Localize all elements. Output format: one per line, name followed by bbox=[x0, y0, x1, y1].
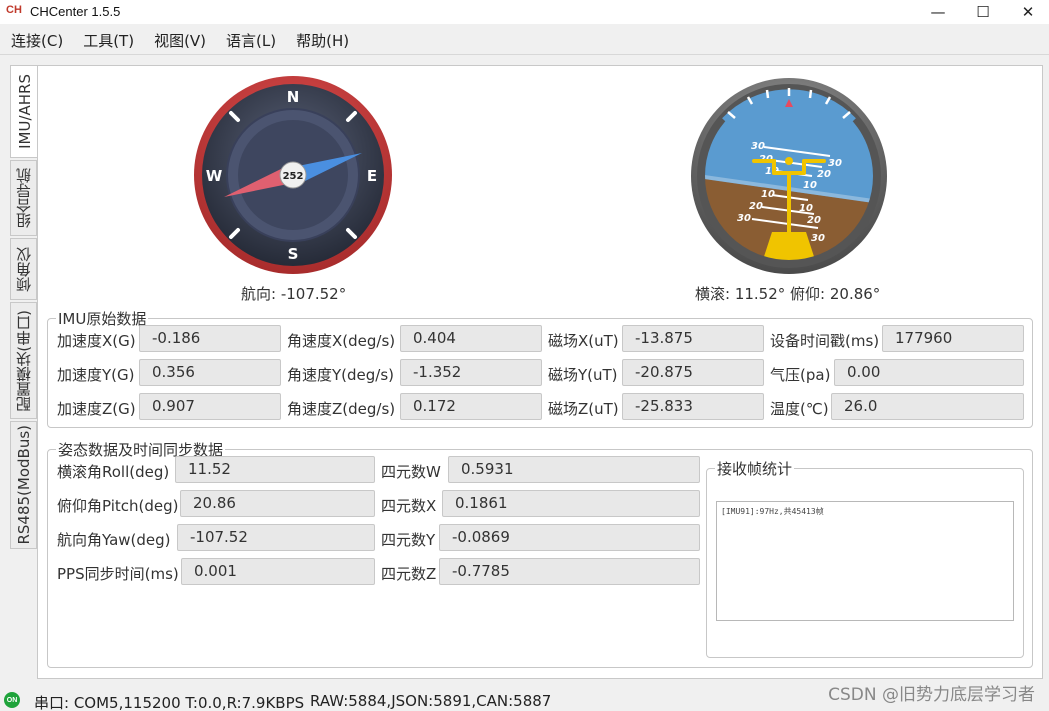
accel-x-label: 加速度X(G) bbox=[57, 332, 136, 350]
accel-y-label: 加速度Y(G) bbox=[57, 366, 135, 384]
quat-x-value: 0.1861 bbox=[442, 490, 700, 517]
imu-ahrs-panel: N S E W 252 航向: -107.52° 30 20 10 10 20 … bbox=[37, 65, 1043, 679]
compass-east: E bbox=[367, 167, 377, 185]
quat-z-value: -0.7785 bbox=[439, 558, 700, 585]
compass-gauge: N S E W 252 bbox=[194, 76, 392, 274]
mag-z-label: 磁场Z(uT) bbox=[548, 400, 619, 418]
temperature-value: 26.0 bbox=[831, 393, 1024, 420]
imu-raw-legend: IMU原始数据 bbox=[58, 310, 147, 328]
gyro-x-value: 0.404 bbox=[400, 325, 542, 352]
minimize-button[interactable]: — bbox=[915, 0, 961, 24]
compass-center-value: 252 bbox=[283, 171, 304, 182]
title-bar: CH CHCenter 1.5.5 — ☐ ✕ bbox=[0, 0, 1049, 24]
compass-west: W bbox=[206, 167, 223, 185]
serial-port-status: 串口: COM5,115200 T:0.0,R:7.9KBPS bbox=[34, 694, 305, 711]
gyro-y-value: -1.352 bbox=[400, 359, 542, 386]
tab-integrated-navigation[interactable]: 组合导航 bbox=[10, 160, 37, 236]
close-button[interactable]: ✕ bbox=[1005, 0, 1049, 24]
menu-language[interactable]: 语言(L) bbox=[219, 30, 283, 51]
compass-south: S bbox=[288, 245, 299, 263]
frame-stats-legend: 接收帧统计 bbox=[717, 460, 793, 478]
pps-sync-value: 0.001 bbox=[181, 558, 375, 585]
pitch-tick: 10 bbox=[803, 180, 817, 191]
mag-y-value: -20.875 bbox=[622, 359, 764, 386]
roll-pitch-label: 横滚: 11.52° 俯仰: 20.86° bbox=[695, 285, 881, 303]
frame-stats-log[interactable]: [IMU91]:97Hz,共45413帧 bbox=[716, 501, 1014, 621]
pitch-tick: 30 bbox=[828, 158, 842, 169]
quat-y-label: 四元数Y bbox=[381, 531, 436, 549]
quat-y-value: -0.0869 bbox=[439, 524, 700, 551]
compass-north: N bbox=[287, 88, 300, 106]
tab-config-serial[interactable]: 配置模块(串口) bbox=[10, 302, 37, 419]
pitch-tick: 10 bbox=[761, 189, 775, 200]
pitch-tick: 30 bbox=[737, 213, 751, 224]
pitch-tick: 30 bbox=[811, 233, 825, 244]
frame-counts-status: RAW:5884,JSON:5891,CAN:5887 bbox=[310, 692, 552, 710]
roll-value: 11.52 bbox=[175, 456, 375, 483]
mag-y-label: 磁场Y(uT) bbox=[548, 366, 618, 384]
quat-x-label: 四元数X bbox=[381, 497, 437, 515]
gyro-y-label: 角速度Y(deg/s) bbox=[287, 366, 395, 384]
gyro-x-label: 角速度X(deg/s) bbox=[287, 332, 396, 350]
app-logo: CH bbox=[6, 4, 22, 16]
pitch-tick: 20 bbox=[749, 201, 763, 212]
pitch-tick: 20 bbox=[807, 215, 821, 226]
accel-x-value: -0.186 bbox=[139, 325, 281, 352]
yaw-value: -107.52 bbox=[177, 524, 375, 551]
device-timestamp-value: 177960 bbox=[882, 325, 1024, 352]
device-timestamp-label: 设备时间戳(ms) bbox=[770, 332, 880, 350]
pitch-tick: 10 bbox=[799, 203, 813, 214]
tab-imu-ahrs[interactable]: IMU/AHRS bbox=[10, 65, 38, 158]
pitch-label: 俯仰角Pitch(deg) bbox=[57, 497, 179, 515]
mag-z-value: -25.833 bbox=[622, 393, 764, 420]
menu-help[interactable]: 帮助(H) bbox=[289, 30, 356, 51]
tab-rs485-modbus[interactable]: RS485(ModBus) bbox=[10, 421, 37, 549]
gyro-z-label: 角速度Z(deg/s) bbox=[287, 400, 396, 418]
accel-z-value: 0.907 bbox=[139, 393, 281, 420]
heading-label: 航向: -107.52° bbox=[241, 285, 347, 303]
pitch-tick: 30 bbox=[751, 141, 765, 152]
window-title: CHCenter 1.5.5 bbox=[30, 4, 121, 19]
watermark: CSDN @旧势力底层学习者 bbox=[828, 685, 1035, 705]
quat-z-label: 四元数Z bbox=[381, 565, 437, 583]
menu-tools[interactable]: 工具(T) bbox=[76, 30, 141, 51]
menu-bar: 连接(C) 工具(T) 视图(V) 语言(L) 帮助(H) bbox=[0, 26, 1049, 55]
pressure-label: 气压(pa) bbox=[770, 366, 831, 384]
accel-y-value: 0.356 bbox=[139, 359, 281, 386]
maximize-button[interactable]: ☐ bbox=[960, 0, 1006, 24]
mag-x-value: -13.875 bbox=[622, 325, 764, 352]
connection-status-led: ON bbox=[4, 692, 20, 708]
accel-z-label: 加速度Z(G) bbox=[57, 400, 136, 418]
temperature-label: 温度(℃) bbox=[770, 400, 829, 418]
tab-inclinometer[interactable]: 倾角仪 bbox=[10, 238, 37, 300]
menu-view[interactable]: 视图(V) bbox=[147, 30, 213, 51]
gyro-z-value: 0.172 bbox=[400, 393, 542, 420]
mag-x-label: 磁场X(uT) bbox=[548, 332, 619, 350]
quat-w-label: 四元数W bbox=[381, 463, 441, 481]
menu-connect[interactable]: 连接(C) bbox=[4, 30, 70, 51]
attitude-indicator: 30 20 10 10 20 30 30 20 10 10 20 30 bbox=[691, 78, 887, 274]
yaw-label: 航向角Yaw(deg) bbox=[57, 531, 171, 549]
roll-label: 横滚角Roll(deg) bbox=[57, 463, 170, 481]
pitch-value: 20.86 bbox=[180, 490, 375, 517]
pressure-value: 0.00 bbox=[834, 359, 1024, 386]
quat-w-value: 0.5931 bbox=[448, 456, 700, 483]
pitch-tick: 20 bbox=[817, 169, 831, 180]
pps-sync-label: PPS同步时间(ms) bbox=[57, 565, 179, 583]
